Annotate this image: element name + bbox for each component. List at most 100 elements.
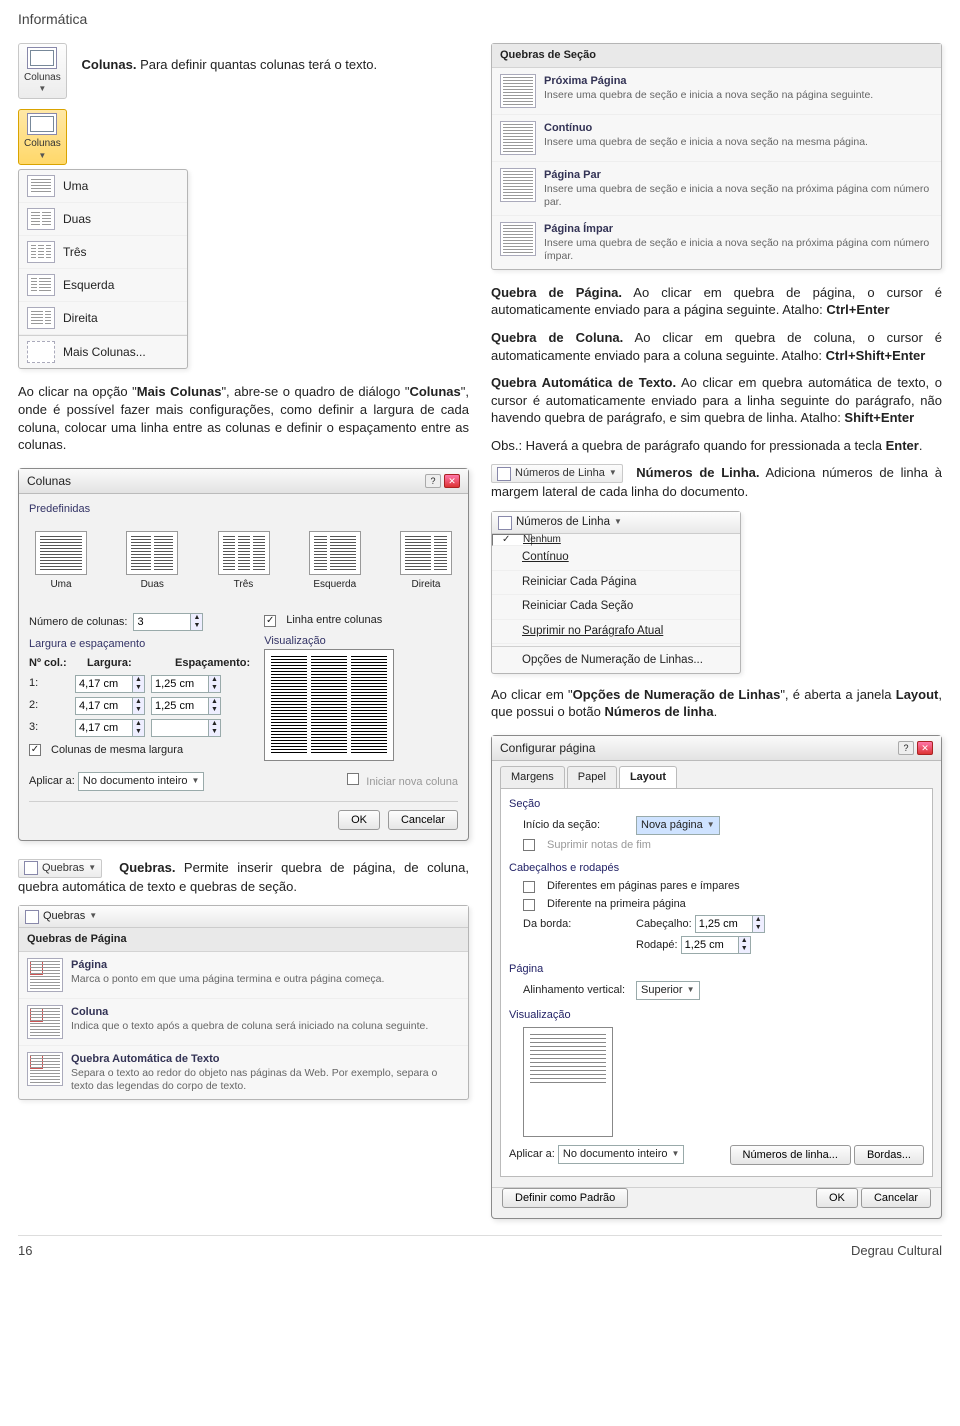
spinner-up-icon[interactable]: ▲: [190, 614, 202, 622]
ln-item-suprimir[interactable]: Suprimir no Parágrafo Atual: [492, 620, 740, 645]
numcols-stepper[interactable]: ▲▼: [133, 613, 203, 631]
columns-menu-more[interactable]: Mais Colunas...: [19, 335, 187, 368]
ln-item-reiniciar-pagina[interactable]: Reiniciar Cada Página: [492, 571, 740, 596]
spinner-down-icon[interactable]: ▼: [752, 924, 764, 932]
cancel-button[interactable]: Cancelar: [861, 1188, 931, 1208]
inicio-secao-label: Início da seção:: [523, 818, 628, 833]
spacing-stepper[interactable]: ▲▼: [151, 697, 221, 715]
preset-direita[interactable]: Direita: [400, 531, 452, 592]
spinner-up-icon[interactable]: ▲: [752, 916, 764, 924]
gallery-item-pagina-impar[interactable]: Página ÍmparInsere uma quebra de seção e…: [492, 216, 941, 269]
line-numbers-menu-header[interactable]: Números de Linha ▼: [492, 512, 740, 535]
columns-menu-item-duas[interactable]: Duas: [19, 203, 187, 236]
rodape-input[interactable]: [682, 939, 738, 951]
help-button[interactable]: ?: [898, 741, 914, 755]
ln-item-nenhum[interactable]: Nenhum: [492, 534, 532, 546]
rodape-stepper[interactable]: ▲▼: [681, 936, 751, 954]
ln-item-continuo[interactable]: Contínuo: [492, 546, 740, 571]
spinner-down-icon[interactable]: ▼: [208, 706, 220, 714]
spinner-down-icon[interactable]: ▼: [208, 728, 220, 736]
tab-margens[interactable]: Margens: [500, 766, 565, 788]
spinner-up-icon[interactable]: ▲: [132, 676, 144, 684]
ok-button[interactable]: OK: [338, 810, 380, 830]
columns-menu-item-tres[interactable]: Três: [19, 236, 187, 269]
spinner-down-icon[interactable]: ▼: [190, 622, 202, 630]
width-input[interactable]: [76, 700, 132, 712]
cancel-button[interactable]: Cancelar: [388, 810, 458, 830]
menu-item-label: Três: [63, 244, 87, 260]
group-title-cabecalhos: Cabeçalhos e rodapés: [509, 861, 924, 876]
columns-menu-item-esquerda[interactable]: Esquerda: [19, 269, 187, 302]
same-width-checkbox[interactable]: [29, 744, 41, 756]
gallery-item-coluna[interactable]: ColunaIndica que o texto após a quebra d…: [19, 999, 468, 1046]
tab-layout[interactable]: Layout: [619, 766, 677, 788]
width-input[interactable]: [76, 678, 132, 690]
help-button[interactable]: ?: [425, 474, 441, 488]
cabecalho-stepper[interactable]: ▲▼: [695, 915, 765, 933]
apply-to-dropdown[interactable]: No documento inteiro ▼: [558, 1145, 684, 1164]
columns-icon: [27, 113, 57, 135]
spacing-input[interactable]: [152, 678, 208, 690]
columns-menu-item-uma[interactable]: Uma: [19, 170, 187, 203]
spinner-up-icon[interactable]: ▲: [208, 698, 220, 706]
spinner-down-icon[interactable]: ▼: [132, 684, 144, 692]
spinner-up-icon[interactable]: ▲: [738, 937, 750, 945]
width-input[interactable]: [76, 722, 132, 734]
width-stepper[interactable]: ▲▼: [75, 675, 145, 693]
gallery-item-auto-texto[interactable]: Quebra Automática de TextoSepara o texto…: [19, 1046, 468, 1099]
page-setup-dialog: Configurar página ? ✕ Margens Papel Layo…: [491, 735, 942, 1219]
spinner-down-icon[interactable]: ▼: [208, 684, 220, 692]
spinner-down-icon[interactable]: ▼: [132, 728, 144, 736]
spacing-input[interactable]: [152, 722, 208, 734]
spacing-stepper[interactable]: ▲▼: [151, 675, 221, 693]
preset-tres[interactable]: Três: [218, 531, 270, 592]
dif-par-impar-label: Diferentes em páginas pares e ímpares: [547, 879, 740, 894]
suprimir-checkbox[interactable]: [523, 839, 535, 851]
columns-ribbon-button[interactable]: Colunas ▼: [18, 43, 67, 99]
preset-esquerda[interactable]: Esquerda: [309, 531, 361, 592]
ok-button[interactable]: OK: [816, 1188, 858, 1208]
spinner-down-icon[interactable]: ▼: [132, 706, 144, 714]
quebras-bold: Quebras.: [119, 860, 175, 875]
quebras-gallery-trigger[interactable]: Quebras ▼: [19, 906, 468, 928]
close-button[interactable]: ✕: [444, 474, 460, 488]
columns-dropdown-trigger[interactable]: Colunas ▼: [18, 109, 469, 165]
spacing-input[interactable]: [152, 700, 208, 712]
page-breaks-gallery: Quebras ▼ Quebras de Página PáginaMarca …: [18, 905, 469, 1100]
ln-item-reiniciar-secao[interactable]: Reiniciar Cada Seção: [492, 595, 740, 620]
gallery-item-proxima-pagina[interactable]: Próxima PáginaInsere uma quebra de seção…: [492, 68, 941, 115]
line-between-checkbox[interactable]: [264, 615, 276, 627]
ln-item-opcoes[interactable]: Opções de Numeração de Linhas...: [492, 649, 740, 673]
gallery-item-title: Contínuo: [544, 121, 868, 136]
spinner-up-icon[interactable]: ▲: [132, 698, 144, 706]
preset-uma[interactable]: Uma: [35, 531, 87, 592]
dif-primeira-checkbox[interactable]: [523, 899, 535, 911]
gallery-item-pagina-par[interactable]: Página ParInsere uma quebra de seção e i…: [492, 162, 941, 216]
numcols-input[interactable]: [134, 616, 190, 628]
new-column-checkbox[interactable]: [347, 773, 359, 785]
line-between-label: Linha entre colunas: [286, 613, 382, 628]
width-stepper[interactable]: ▲▼: [75, 697, 145, 715]
spinner-up-icon[interactable]: ▲: [132, 720, 144, 728]
columns-menu-item-direita[interactable]: Direita: [19, 302, 187, 335]
spinner-down-icon[interactable]: ▼: [738, 945, 750, 953]
alinh-vert-dropdown[interactable]: Superior ▼: [636, 981, 700, 1000]
quebras-ribbon-button[interactable]: Quebras ▼: [18, 859, 102, 878]
gallery-item-pagina[interactable]: PáginaMarca o ponto em que uma página te…: [19, 952, 468, 999]
spinner-up-icon[interactable]: ▲: [208, 720, 220, 728]
tab-papel[interactable]: Papel: [567, 766, 617, 788]
numeros-linha-button[interactable]: Números de linha...: [730, 1145, 851, 1165]
cabecalho-input[interactable]: [696, 918, 752, 930]
line-numbers-ribbon-button[interactable]: Números de Linha ▼: [491, 464, 623, 483]
width-stepper[interactable]: ▲▼: [75, 719, 145, 737]
dif-par-impar-checkbox[interactable]: [523, 881, 535, 893]
apply-to-dropdown[interactable]: No documento inteiro ▼: [78, 772, 204, 791]
spinner-up-icon[interactable]: ▲: [208, 676, 220, 684]
preset-duas[interactable]: Duas: [126, 531, 178, 592]
close-button[interactable]: ✕: [917, 741, 933, 755]
inicio-secao-dropdown[interactable]: Nova página ▼: [636, 816, 720, 835]
definir-padrao-button[interactable]: Definir como Padrão: [502, 1188, 628, 1208]
gallery-item-continuo[interactable]: ContínuoInsere uma quebra de seção e ini…: [492, 115, 941, 162]
bordas-button[interactable]: Bordas...: [854, 1145, 924, 1165]
spacing-stepper[interactable]: ▲▼: [151, 719, 221, 737]
